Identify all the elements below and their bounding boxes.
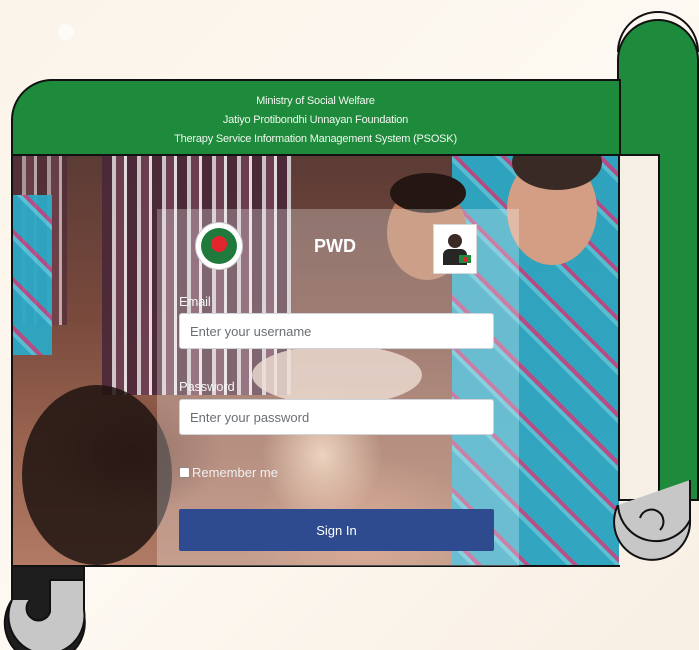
photo-teal-sari (12, 195, 52, 355)
login-title: PWD (314, 236, 356, 256)
password-field[interactable] (179, 399, 494, 435)
remember-me-checkbox[interactable] (179, 467, 190, 478)
system-name: Therapy Service Information Management S… (174, 132, 457, 145)
site-header: Ministry of Social Welfare Jatiyo Protib… (12, 86, 619, 154)
photo-dark-shape (22, 385, 172, 565)
sign-in-button[interactable]: Sign In (179, 509, 494, 551)
remember-me: Remember me (179, 465, 278, 480)
foundation-name: Jatiyo Protibondhi Unnayan Foundation (222, 113, 409, 126)
government-logo-icon (195, 222, 243, 270)
ministry-name: Ministry of Social Welfare (256, 94, 375, 107)
background-dot (58, 24, 74, 40)
email-label: Email (179, 294, 211, 309)
password-label: Password (179, 379, 235, 394)
remember-me-label: Remember me (192, 465, 278, 480)
email-field[interactable] (179, 313, 494, 349)
portrait-logo-icon (433, 224, 477, 274)
photo-hair (390, 173, 466, 213)
